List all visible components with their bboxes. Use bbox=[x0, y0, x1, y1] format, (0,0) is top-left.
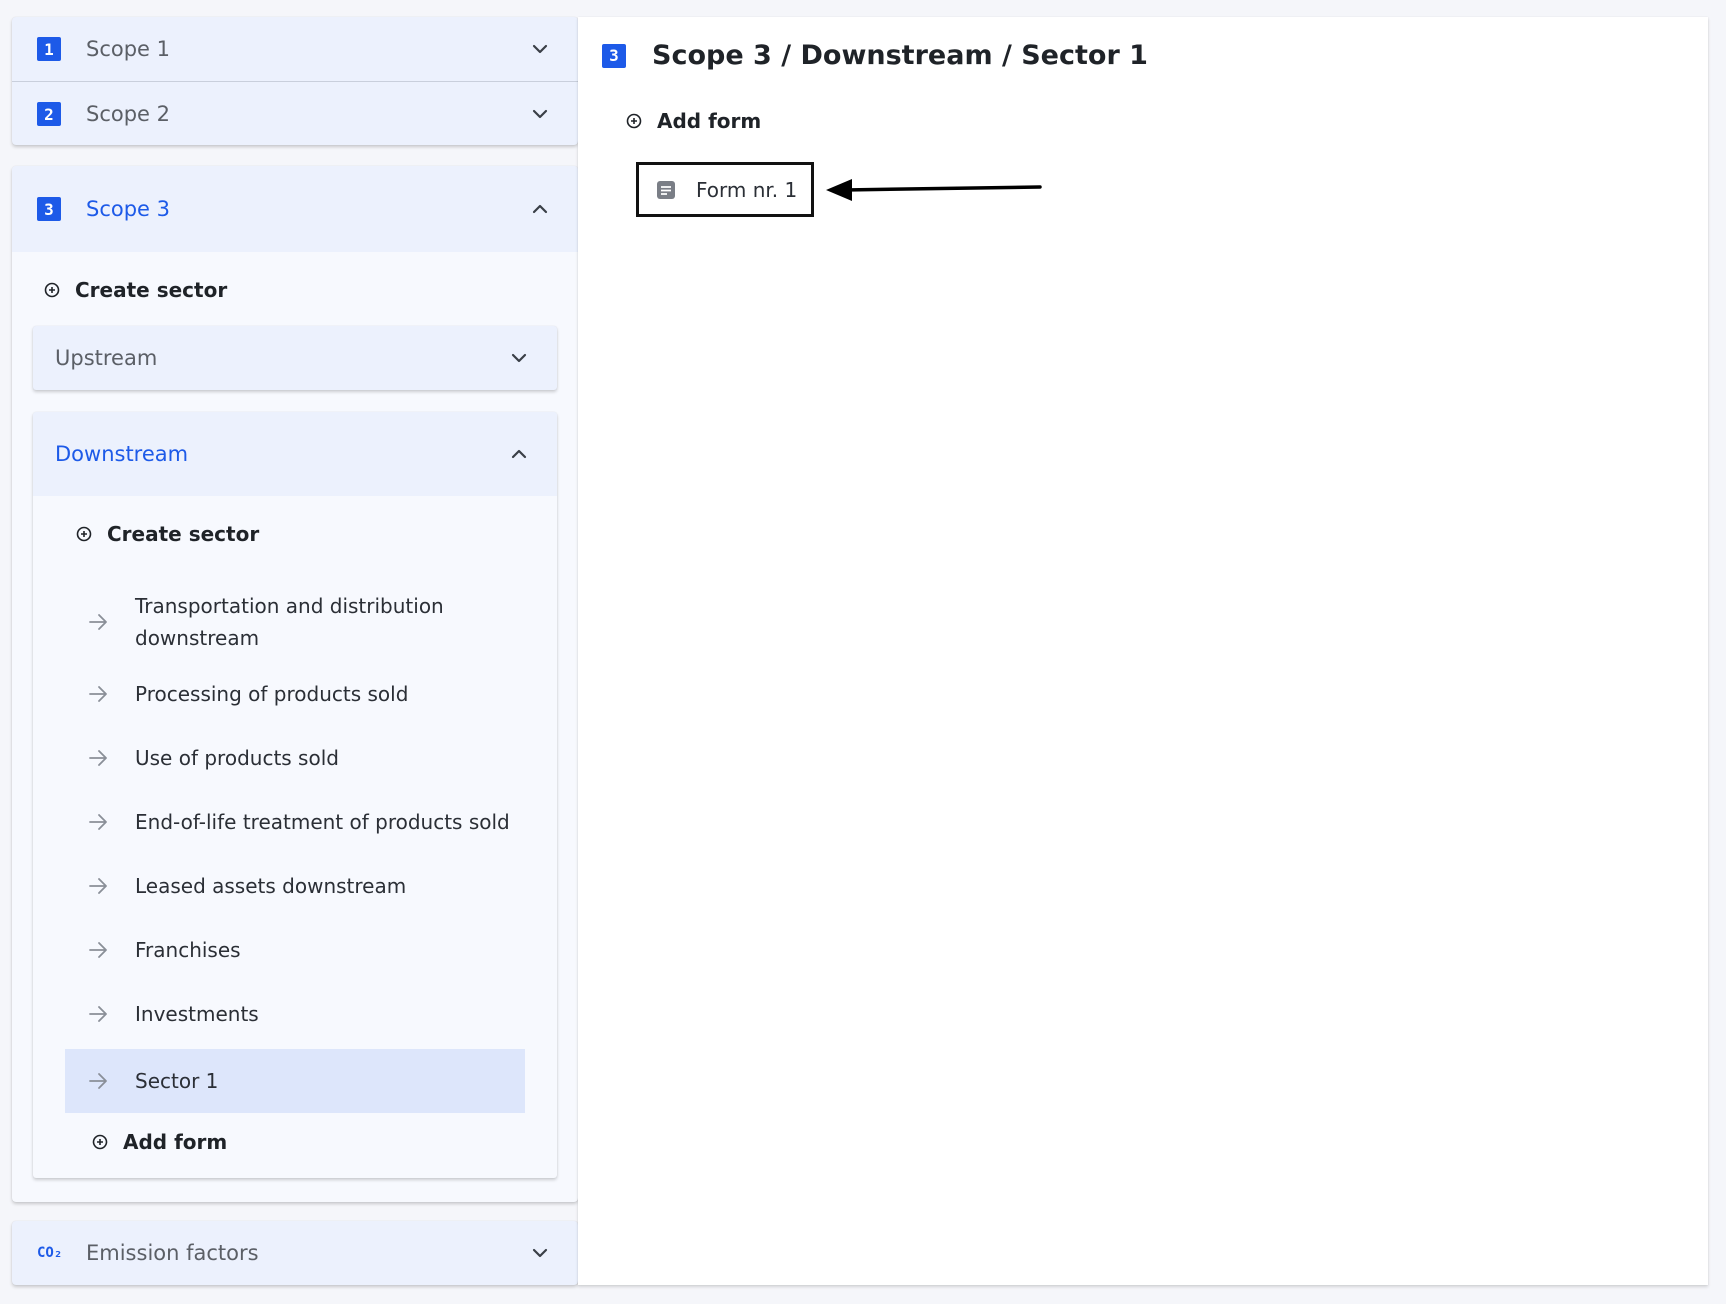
downstream-panel: Downstream Create sector Transportation … bbox=[33, 412, 557, 1178]
sector-item-label: Sector 1 bbox=[135, 1069, 219, 1093]
sector-item-end-of-life[interactable]: End-of-life treatment of products sold bbox=[65, 798, 525, 846]
chevron-down-icon[interactable] bbox=[509, 348, 529, 368]
scope3-panel: 3 Scope 3 Create sector Upstream Downstr… bbox=[12, 166, 578, 1202]
upstream-panel: Upstream bbox=[33, 326, 557, 390]
add-circle-icon bbox=[626, 113, 642, 129]
arrow-right-icon bbox=[89, 686, 107, 702]
arrow-right-icon bbox=[89, 1006, 107, 1022]
sector-item-franchises[interactable]: Franchises bbox=[65, 926, 525, 974]
scope2-title: Scope 2 bbox=[86, 102, 171, 126]
create-sector-label: Create sector bbox=[107, 522, 260, 546]
form-item[interactable]: Form nr. 1 bbox=[636, 162, 814, 217]
scope1-title: Scope 1 bbox=[86, 37, 171, 61]
arrow-right-icon bbox=[89, 814, 107, 830]
main-content: 3 Scope 3 / Downstream / Sector 1 Add fo… bbox=[578, 17, 1708, 1285]
sector-item-sector-1-selected[interactable]: Sector 1 bbox=[65, 1049, 525, 1113]
chevron-up-icon[interactable] bbox=[530, 199, 550, 219]
sector-item-label: Use of products sold bbox=[135, 746, 339, 770]
arrow-right-icon bbox=[89, 750, 107, 766]
sector-item-transportation[interactable]: Transportation and distribution downstre… bbox=[65, 587, 525, 657]
chevron-down-icon[interactable] bbox=[530, 1243, 550, 1263]
emission-factors-panel: CO₂ Emission factors bbox=[12, 1221, 578, 1285]
scope1-badge: 1 bbox=[37, 37, 61, 61]
add-form-label: Add form bbox=[123, 1130, 228, 1154]
downstream-accordion-header[interactable]: Downstream bbox=[33, 412, 557, 496]
scope2-badge: 2 bbox=[37, 102, 61, 126]
add-circle-icon bbox=[92, 1134, 108, 1150]
form-item-label: Form nr. 1 bbox=[696, 177, 798, 202]
sector-item-label: Leased assets downstream bbox=[135, 874, 407, 898]
upstream-accordion-header[interactable]: Upstream bbox=[33, 326, 557, 390]
scope2-accordion-header[interactable]: 2 Scope 2 bbox=[12, 82, 578, 146]
arrow-right-icon bbox=[89, 614, 107, 630]
add-form-button[interactable]: Add form bbox=[91, 1130, 227, 1154]
sector-item-label: Franchises bbox=[135, 938, 241, 962]
create-sector-button[interactable]: Create sector bbox=[75, 522, 259, 546]
downstream-title: Downstream bbox=[55, 442, 189, 466]
scope3-accordion-header[interactable]: 3 Scope 3 bbox=[12, 166, 578, 252]
sector-item-label: Processing of products sold bbox=[135, 682, 409, 706]
scope3-badge: 3 bbox=[37, 197, 61, 221]
sector-item-label: Transportation and distribution downstre… bbox=[135, 594, 444, 650]
chevron-down-icon[interactable] bbox=[530, 104, 550, 124]
arrow-right-icon bbox=[89, 878, 107, 894]
create-sector-label: Create sector bbox=[75, 278, 228, 302]
sector-item-investments[interactable]: Investments bbox=[65, 990, 525, 1038]
page-title: Scope 3 / Downstream / Sector 1 bbox=[652, 40, 1148, 71]
sector-item-use-of-products[interactable]: Use of products sold bbox=[65, 734, 525, 782]
arrow-right-icon bbox=[89, 942, 107, 958]
arrow-right-icon bbox=[89, 1073, 107, 1089]
sector-item-label: End-of-life treatment of products sold bbox=[135, 810, 510, 834]
emission-factors-title: Emission factors bbox=[86, 1241, 259, 1265]
page-header: 3 Scope 3 / Downstream / Sector 1 bbox=[602, 40, 1148, 71]
add-form-button[interactable]: Add form bbox=[625, 109, 761, 133]
sector-item-leased-assets[interactable]: Leased assets downstream bbox=[65, 862, 525, 910]
sector-item-processing[interactable]: Processing of products sold bbox=[65, 670, 525, 718]
add-circle-icon bbox=[76, 526, 92, 542]
scope-group-panel: 1 Scope 1 2 Scope 2 bbox=[12, 17, 578, 145]
co2-icon: CO₂ bbox=[37, 1245, 63, 1261]
add-form-label: Add form bbox=[657, 109, 762, 133]
add-circle-icon bbox=[44, 282, 60, 298]
scope3-badge: 3 bbox=[602, 43, 626, 68]
chevron-down-icon[interactable] bbox=[530, 39, 550, 59]
document-icon bbox=[657, 180, 675, 199]
emission-factors-accordion-header[interactable]: CO₂ Emission factors bbox=[12, 1221, 578, 1285]
scope3-title: Scope 3 bbox=[86, 197, 171, 221]
annotation-arrow bbox=[826, 179, 1042, 201]
chevron-up-icon[interactable] bbox=[509, 444, 529, 464]
create-sector-button[interactable]: Create sector bbox=[43, 278, 227, 302]
sector-item-label: Investments bbox=[135, 1002, 259, 1026]
scope1-accordion-header[interactable]: 1 Scope 1 bbox=[12, 17, 578, 81]
upstream-title: Upstream bbox=[55, 346, 158, 370]
